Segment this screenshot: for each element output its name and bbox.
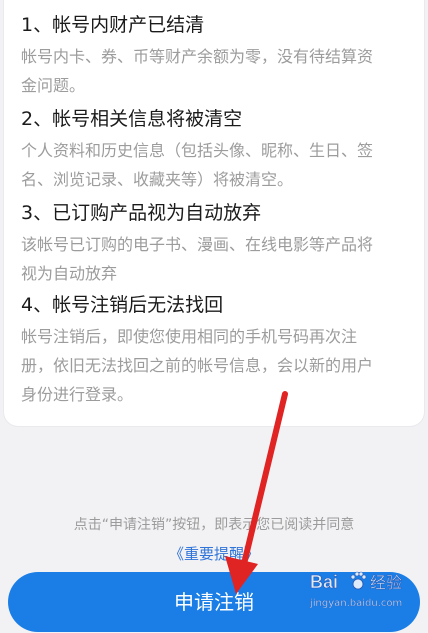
condition-section-3: 3、已订购产品视为自动放弃 该帐号已订购的电子书、漫画、在线电影等产品将 视为自… xyxy=(21,198,417,288)
condition-desc-3-line-1: 该帐号已订购的电子书、漫画、在线电影等产品将 xyxy=(21,235,374,254)
condition-section-1: 1、帐号内财产已结清 帐号内卡、券、币等财产余额为零，没有待结算资 金问题。 xyxy=(21,10,417,100)
condition-desc-3-line-2: 视为自动放弃 xyxy=(21,264,118,283)
apply-cancellation-button[interactable]: 申请注销 xyxy=(8,572,420,632)
condition-desc-4: 帐号注销后，即使您使用相同的手机号码再次注 册，依旧无法找回之前的帐号信息，会以… xyxy=(21,322,417,409)
condition-desc-2: 个人资料和历史信息（包括头像、昵称、生日、签 名、浏览记录、收藏夹等）将被清空。 xyxy=(21,136,417,194)
condition-desc-3: 该帐号已订购的电子书、漫画、在线电影等产品将 视为自动放弃 xyxy=(21,230,417,288)
condition-desc-4-line-3: 身份进行登录。 xyxy=(21,385,134,404)
condition-desc-2-line-1: 个人资料和历史信息（包括头像、昵称、生日、签 xyxy=(21,141,374,160)
condition-desc-4-line-2: 册，依旧无法找回之前的帐号信息，会以新的用户 xyxy=(21,356,374,375)
condition-title-4: 4、帐号注销后无法找回 xyxy=(21,294,224,316)
condition-desc-1: 帐号内卡、券、币等财产余额为零，没有待结算资 金问题。 xyxy=(21,42,417,100)
condition-title-1: 1、帐号内财产已结清 xyxy=(21,14,205,36)
agreement-notice: 点击“申请注销”按钮，即表示您已阅读并同意 xyxy=(73,517,355,533)
notice-card: 1、帐号内财产已结清 帐号内卡、券、币等财产余额为零，没有待结算资 金问题。 2… xyxy=(4,0,424,426)
condition-desc-2-line-2: 名、浏览记录、收藏夹等）将被清空。 xyxy=(21,170,294,189)
condition-section-4: 4、帐号注销后无法找回 帐号注销后，即使您使用相同的手机号码再次注 册，依旧无法… xyxy=(21,290,417,409)
condition-section-2: 2、帐号相关信息将被清空 个人资料和历史信息（包括头像、昵称、生日、签 名、浏览… xyxy=(21,104,417,194)
condition-desc-4-line-1: 帐号注销后，即使您使用相同的手机号码再次注 xyxy=(21,327,358,346)
condition-title-2: 2、帐号相关信息将被清空 xyxy=(21,108,243,130)
important-reminder-link[interactable]: 《重要提醒》 xyxy=(0,544,428,564)
condition-desc-1-line-2: 金问题。 xyxy=(21,76,86,95)
condition-title-3: 3、已订购产品视为自动放弃 xyxy=(21,202,262,224)
condition-desc-1-line-1: 帐号内卡、券、币等财产余额为零，没有待结算资 xyxy=(21,47,374,66)
